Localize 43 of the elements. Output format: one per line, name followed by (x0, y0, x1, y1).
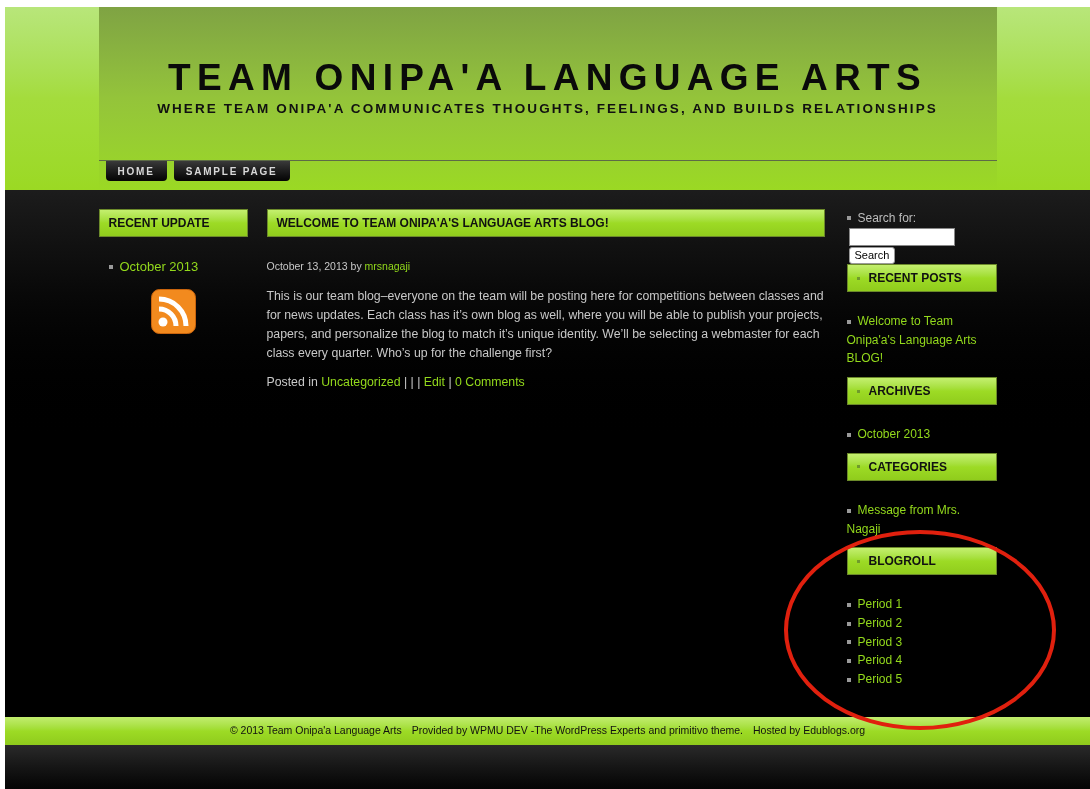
search-field[interactable] (848, 228, 955, 246)
edit-link[interactable]: Edit (423, 374, 445, 389)
sidebar-link[interactable]: Welcome to Team Onipa'a's Language Arts BLOG! (846, 312, 997, 369)
bullet-icon (846, 216, 851, 220)
sidebar-link[interactable]: Period 5 (846, 670, 997, 689)
bullet-icon (846, 621, 851, 626)
bullet-icon (846, 640, 851, 645)
post-body: This is our team blog–everyone on the team will be posting here for competitions between classes and for news updates. Each class has it’s own blog as well, where you will be able to publish your projects, papers, and personalize the blog to match it’s unique identity. We’ll be selecting a webmaster for each class every quarter. Who’s up for the challenge first? (266, 287, 825, 362)
nav-tab[interactable]: SAMPLE PAGE (173, 161, 290, 182)
bullet-icon (846, 677, 851, 682)
widget-heading: CATEGORIES (846, 452, 997, 481)
site-tagline: WHERE TEAM ONIPA'A COMMUNICATES THOUGHTS, FEELINGS, AND BUILDS RELATIONSHIPS (156, 100, 939, 118)
search-button[interactable]: Search (848, 247, 896, 264)
comments-link[interactable]: 0 Comments (455, 374, 525, 389)
bullet-icon (846, 508, 851, 513)
sidebar-link[interactable]: Message from Mrs. Nagaji (846, 500, 997, 539)
bullet-icon (846, 603, 851, 608)
footer-text: Provided by WPMU DEV -The WordPress Experts and primitivo theme. (411, 723, 743, 739)
bullet-icon (846, 432, 851, 437)
post-footer: Posted in Uncategorized | | | Edit | 0 Comments (266, 372, 825, 392)
category-link[interactable]: Uncategorized (321, 374, 401, 389)
site-title: TEAM ONIPA'A LANGUAGE ARTS (167, 57, 928, 99)
bullet-icon (108, 264, 113, 269)
rss-icon (150, 288, 196, 334)
sidebar-link[interactable]: Period 2 (846, 613, 997, 633)
footer-text: Hosted by Edublogs.org (753, 723, 866, 739)
sidebar-link[interactable]: Period 4 (846, 651, 997, 671)
sidebar-link[interactable]: October 2013 (846, 425, 997, 444)
bullet-icon (846, 659, 851, 664)
search-label: Search for: (857, 210, 917, 227)
author-link[interactable]: mrsnagaji (364, 260, 411, 272)
widget-heading: RECENT POSTS (846, 264, 997, 292)
footer-text: © 2013 Team Onipa'a Language Arts (229, 723, 402, 739)
sidebar-link[interactable]: Period 1 (846, 595, 997, 614)
archive-link[interactable]: October 2013 (119, 257, 199, 277)
post-meta: October 13, 2013 by mrsnagaji (266, 259, 412, 274)
sidebar-link[interactable]: Period 3 (846, 632, 997, 652)
widget-heading: BLOGROLL (846, 547, 997, 576)
widget-heading: WELCOME TO TEAM ONIPA'A'S LANGUAGE ARTS BLOG! (266, 209, 825, 237)
bullet-icon (846, 319, 851, 324)
widget-heading: ARCHIVES (846, 377, 997, 406)
widget-heading: RECENT UPDATE (98, 209, 248, 237)
nav-tab[interactable]: HOME (105, 161, 167, 182)
